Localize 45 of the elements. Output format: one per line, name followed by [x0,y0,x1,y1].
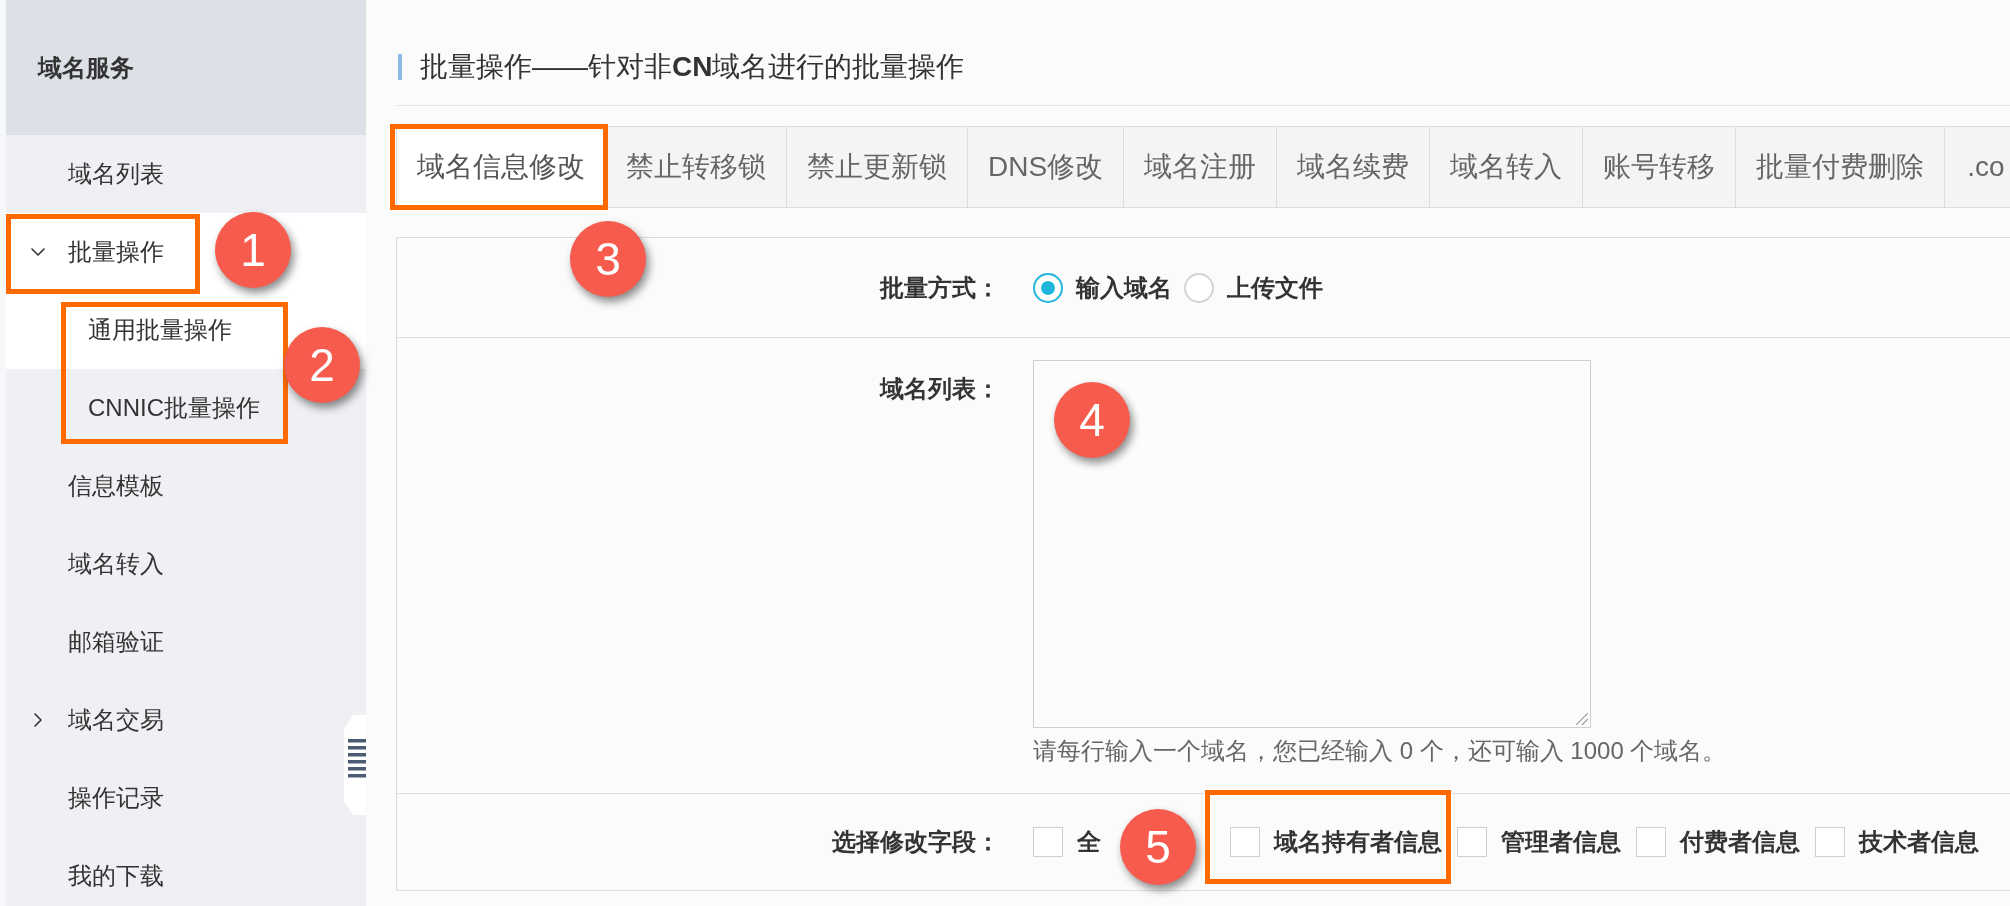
checkbox[interactable] [1636,827,1666,857]
tab[interactable]: DNS修改 [968,127,1125,207]
tab[interactable]: 账号转移 [1583,127,1737,207]
checkbox-label[interactable]: 付费者信息 [1680,824,1800,860]
tab[interactable]: 域名续费 [1277,127,1431,207]
tab[interactable]: 域名信息修改 [397,127,606,207]
title-accent-bar [398,54,402,80]
sidebar-item[interactable]: 操作记录 [68,780,164,816]
lines-icon [348,739,366,778]
radio-label[interactable]: 上传文件 [1227,269,1323,306]
field-label: 批量方式： [880,272,1000,303]
checkbox-label[interactable]: 全 [1077,824,1101,860]
field-label: 选择修改字段： [832,827,1000,857]
sidebar-item[interactable]: 邮箱验证 [68,624,164,660]
resize-grip-icon[interactable] [1576,713,1588,725]
radio-button[interactable] [1184,272,1214,303]
tab[interactable]: 域名注册 [1124,127,1278,207]
sidebar-toggle[interactable] [344,715,366,815]
submenu-item[interactable]: 通用批量操作 [88,312,232,348]
checkbox[interactable] [1230,827,1260,857]
checkbox[interactable] [1815,827,1845,857]
radio-label[interactable]: 输入域名 [1076,269,1172,306]
sidebar-item[interactable]: 我的下载 [68,858,164,894]
tab[interactable]: 域名转入 [1430,127,1584,207]
checkbox-label[interactable]: 技术者信息 [1859,824,1979,860]
sidebar-item[interactable]: 批量操作 [26,232,170,272]
input-hint: 请每行输入一个域名，您已经输入 0 个，还可输入 1000 个域名。 [1033,736,1727,766]
radio-button[interactable] [1033,272,1063,303]
tab[interactable]: .co [1945,127,2010,207]
domain-list-textarea[interactable] [1033,360,1591,728]
submenu-item[interactable]: CNNIC批量操作 [88,390,260,426]
page-title: 批量操作——针对非CN域名进行的批量操作 [420,50,965,84]
tab[interactable]: 禁止转移锁 [606,127,787,207]
field-label: 域名列表： [880,374,1000,403]
sidebar-item[interactable]: 域名转入 [68,546,164,582]
checkbox[interactable] [1033,827,1063,857]
sidebar-item[interactable]: 域名交易 [26,700,170,740]
tab[interactable]: 禁止更新锁 [787,127,968,207]
checkbox-label[interactable]: 域名持有者信息 [1274,824,1442,860]
sidebar-item[interactable]: 域名列表 [68,156,164,192]
checkbox-label[interactable]: 管理者信息 [1501,824,1621,860]
sidebar-item[interactable]: 信息模板 [68,468,164,504]
tab[interactable]: 批量付费删除 [1736,127,1946,207]
checkbox[interactable] [1457,827,1487,857]
sidebar-title: 域名服务 [38,52,134,83]
